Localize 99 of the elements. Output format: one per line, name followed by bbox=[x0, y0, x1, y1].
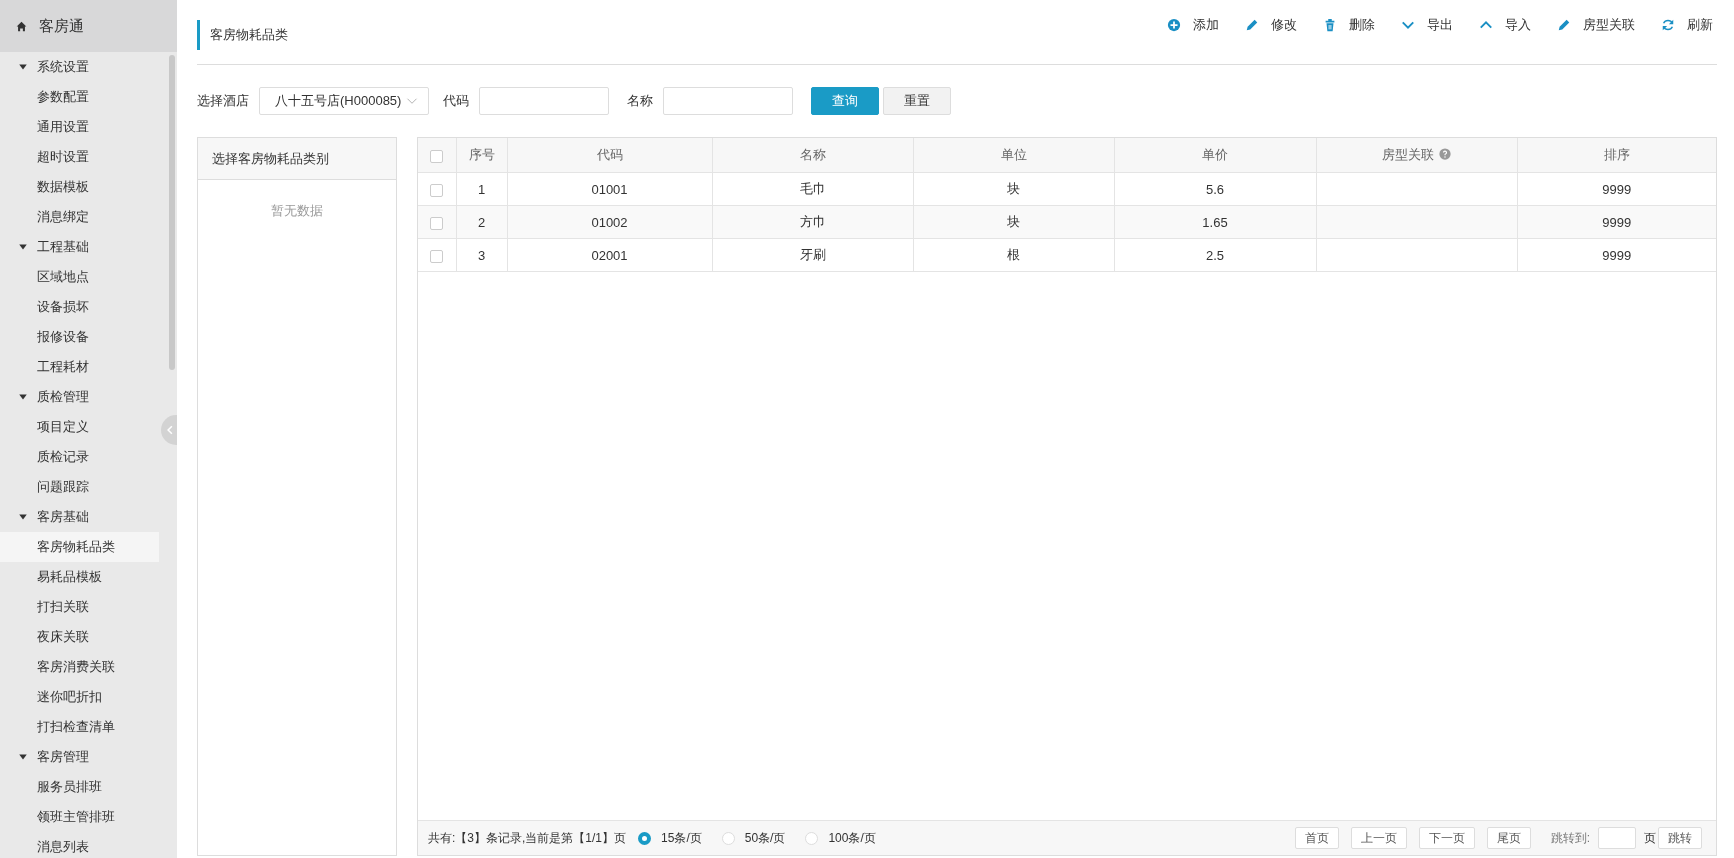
toolbar-button[interactable]: 刷新 bbox=[1661, 16, 1713, 34]
menu-item[interactable]: 参数配置 bbox=[0, 82, 159, 112]
table-cell: 牙刷 bbox=[799, 247, 826, 262]
page-size-option[interactable]: 15条/页 bbox=[638, 829, 702, 847]
empty-message: 暂无数据 bbox=[270, 202, 324, 220]
menu-item[interactable]: 服务员排班 bbox=[0, 772, 159, 802]
table-cell: 2 bbox=[477, 214, 486, 230]
menu-group[interactable]: 质检管理 bbox=[0, 382, 159, 412]
menu-item[interactable]: 消息绑定 bbox=[0, 202, 159, 232]
reset-button[interactable]: 重置 bbox=[883, 87, 951, 115]
page-button[interactable]: 上一页 bbox=[1350, 827, 1407, 849]
menu-item[interactable]: 迷你吧折扣 bbox=[0, 682, 159, 712]
menu-item[interactable]: 夜床关联 bbox=[0, 622, 159, 652]
pencil-icon bbox=[1557, 18, 1571, 32]
name-input-field[interactable] bbox=[663, 87, 793, 115]
checkbox[interactable] bbox=[430, 183, 444, 197]
code-input-field[interactable] bbox=[479, 87, 609, 115]
help-icon[interactable] bbox=[1439, 148, 1451, 160]
column-header: 排序 bbox=[1517, 138, 1716, 173]
menu-item[interactable]: 通用设置 bbox=[0, 112, 159, 142]
menu-group[interactable]: 客房管理 bbox=[0, 742, 159, 772]
toolbar-button[interactable]: 房型关联 bbox=[1557, 16, 1635, 34]
table-cell: 1 bbox=[477, 181, 486, 197]
menu-item[interactable]: 领班主管排班 bbox=[0, 802, 159, 832]
option-label: 100条/页 bbox=[828, 829, 876, 847]
menu-item[interactable]: 客房物耗品类 bbox=[0, 532, 159, 562]
record-summary: 共有:【3】条记录,当前是第【1/1】页 bbox=[428, 829, 627, 847]
table-cell: 02001 bbox=[591, 247, 628, 263]
checkbox[interactable] bbox=[430, 216, 444, 230]
menu-item[interactable]: 易耗品模板 bbox=[0, 562, 159, 592]
menu-item[interactable]: 区域地点 bbox=[0, 262, 159, 292]
menu-group[interactable]: 系统设置 bbox=[0, 52, 159, 82]
radio-button[interactable] bbox=[638, 831, 652, 845]
table-cell: 9999 bbox=[1602, 181, 1632, 197]
field-label: 选择酒店 bbox=[197, 92, 249, 110]
table-cell: 块 bbox=[1007, 181, 1020, 196]
table-cell: 2.5 bbox=[1205, 247, 1225, 263]
table-cell: 9999 bbox=[1602, 214, 1632, 230]
table-cell: 3 bbox=[477, 247, 486, 263]
toolbar-button[interactable]: 添加 bbox=[1167, 16, 1219, 34]
menu-item[interactable]: 打扫检查清单 bbox=[0, 712, 159, 742]
page-unit: 页 bbox=[1644, 829, 1656, 847]
table-cell: 根 bbox=[1007, 247, 1020, 262]
option-label: 15条/页 bbox=[661, 829, 702, 847]
table-cell: 01002 bbox=[591, 214, 628, 230]
menu-item[interactable]: 消息列表 bbox=[0, 832, 159, 858]
app-title: 客房通 bbox=[39, 16, 84, 36]
menu-group[interactable]: 工程基础 bbox=[0, 232, 159, 262]
menu-group[interactable]: 客房基础 bbox=[0, 502, 159, 532]
menu-item[interactable]: 报修设备 bbox=[0, 322, 159, 352]
menu-item[interactable]: 问题跟踪 bbox=[0, 472, 159, 502]
page-input-field[interactable] bbox=[1598, 827, 1636, 849]
page-size-option[interactable]: 50条/页 bbox=[721, 829, 786, 847]
field-label: 代码 bbox=[443, 92, 469, 110]
column-header: 名称 bbox=[712, 138, 913, 173]
panel-header: 选择客房物耗品类别 bbox=[198, 138, 396, 180]
refresh-icon bbox=[1661, 18, 1675, 32]
column-header: 房型关联 bbox=[1316, 138, 1517, 173]
menu-item[interactable]: 超时设置 bbox=[0, 142, 159, 172]
column-header: 代码 bbox=[507, 138, 712, 173]
field-label: 名称 bbox=[627, 92, 653, 110]
menu-item[interactable]: 质检记录 bbox=[0, 442, 159, 472]
page-size-option[interactable]: 100条/页 bbox=[805, 829, 876, 847]
checkbox[interactable] bbox=[430, 149, 444, 163]
column-header: 序号 bbox=[456, 138, 507, 173]
page-button[interactable]: 首页 bbox=[1294, 827, 1339, 849]
toolbar-button[interactable]: 修改 bbox=[1245, 16, 1297, 34]
menu-item[interactable]: 工程耗材 bbox=[0, 352, 159, 382]
table-cell: 方巾 bbox=[799, 214, 826, 229]
toolbar-button[interactable]: 导入 bbox=[1479, 16, 1531, 34]
chevron-left-icon bbox=[165, 425, 175, 435]
checkbox[interactable] bbox=[430, 249, 444, 263]
menu-item[interactable]: 打扫关联 bbox=[0, 592, 159, 622]
home-icon bbox=[16, 20, 27, 32]
page-title: 客房物耗品类 bbox=[197, 20, 288, 50]
scrollbar[interactable] bbox=[169, 55, 175, 370]
trash-icon bbox=[1323, 18, 1337, 32]
menu-item[interactable]: 客房消费关联 bbox=[0, 652, 159, 682]
toolbar-button[interactable]: 删除 bbox=[1323, 16, 1375, 34]
hotel-dropdown[interactable]: 八十五号店(H000085) bbox=[259, 87, 429, 115]
table-cell: 01001 bbox=[591, 181, 628, 197]
menu-item[interactable]: 项目定义 bbox=[0, 412, 159, 442]
option-label: 50条/页 bbox=[744, 829, 786, 847]
table-cell: 1.65 bbox=[1202, 214, 1228, 230]
table-cell: 9999 bbox=[1602, 247, 1632, 263]
jump-button[interactable]: 跳转 bbox=[1658, 827, 1702, 849]
page-button[interactable]: 下一页 bbox=[1418, 827, 1475, 849]
table-cell: 5.6 bbox=[1205, 181, 1225, 197]
column-header: 单位 bbox=[913, 138, 1114, 173]
plus-circle-icon bbox=[1167, 18, 1181, 32]
toolbar-button[interactable]: 导出 bbox=[1401, 16, 1453, 34]
column-header: 单价 bbox=[1114, 138, 1316, 173]
jump-label: 跳转到: bbox=[1550, 829, 1590, 847]
table-cell: 块 bbox=[1007, 214, 1020, 229]
page-button[interactable]: 尾页 bbox=[1486, 827, 1531, 849]
pencil-icon bbox=[1245, 18, 1259, 32]
menu-item[interactable]: 设备损坏 bbox=[0, 292, 159, 322]
table-cell: 毛巾 bbox=[799, 181, 826, 196]
menu-item[interactable]: 数据模板 bbox=[0, 172, 159, 202]
